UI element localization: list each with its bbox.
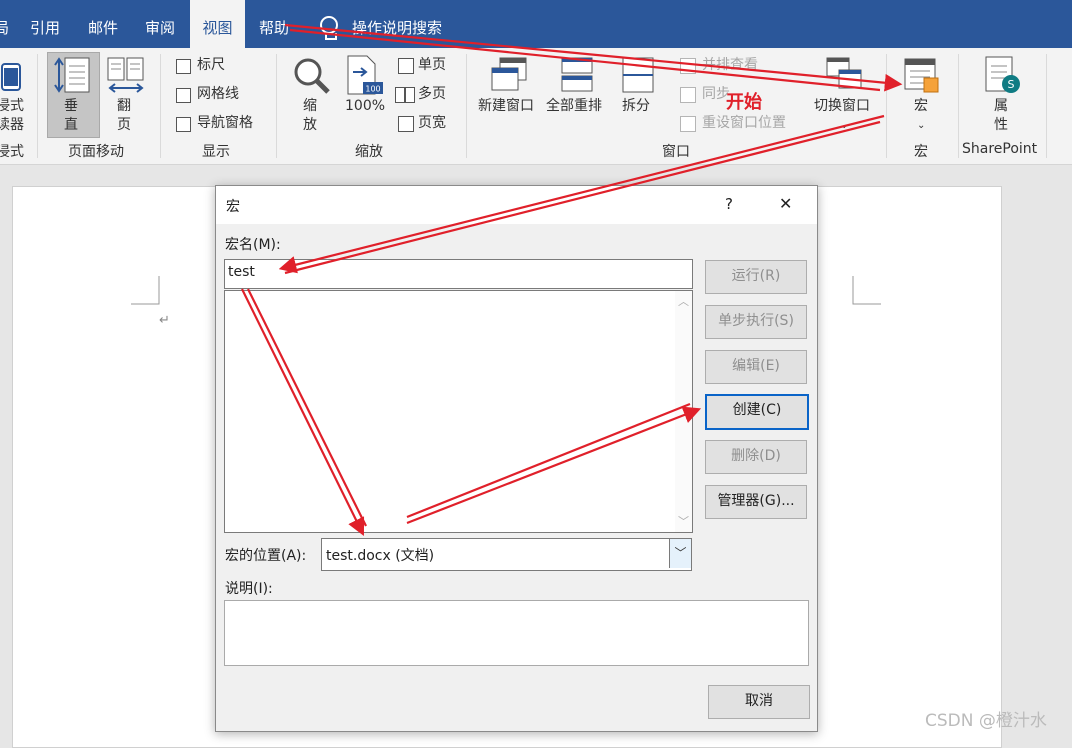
ribbon: 浸式 读器 浸式 垂直 翻页 页面移动 标尺 网格线 导航窗格 显示 缩 放 1… — [0, 48, 1072, 165]
properties-button[interactable]: 属性 — [994, 97, 1008, 135]
one-page-button[interactable]: 单页 — [418, 56, 446, 75]
zoom-100-icon: 100 — [347, 55, 383, 95]
group-label-show: 显示 — [202, 144, 230, 160]
page-width-button[interactable]: 页宽 — [418, 114, 446, 133]
cancel-button[interactable]: 取消 — [708, 685, 810, 719]
tab-view[interactable]: 视图 — [190, 0, 245, 48]
scroll-down-icon[interactable]: ﹀ — [678, 513, 689, 529]
zoom-100-button[interactable]: 100% — [345, 97, 385, 116]
macro-location-select[interactable]: test.docx (文档) ﹀ — [321, 538, 692, 571]
dropdown-chevron-icon[interactable]: ﹀ — [669, 539, 691, 568]
scroll-up-icon[interactable]: ︿ — [678, 293, 689, 309]
group-separator — [466, 54, 467, 158]
multi-page-button[interactable]: 多页 — [418, 85, 446, 104]
group-separator — [886, 54, 887, 158]
navpane-checkbox[interactable] — [176, 117, 191, 132]
vertical-label: 垂直 — [64, 98, 78, 133]
macros-chevron-icon: ⌄ — [917, 120, 926, 131]
tab-help[interactable]: 帮助 — [259, 0, 289, 48]
switch-windows-button[interactable]: 切换窗口 — [814, 97, 870, 116]
tell-me-search[interactable]: 操作说明搜索 — [352, 0, 442, 48]
one-page-icon — [398, 58, 414, 74]
switch-windows-icon — [826, 57, 862, 89]
side-by-side-icon — [680, 58, 696, 74]
group-separator — [958, 54, 959, 158]
ribbon-tab-bar: 局 引用 邮件 审阅 视图 帮助 操作说明搜索 — [0, 0, 1072, 48]
split-button[interactable]: 拆分 — [622, 97, 650, 116]
tab-partial[interactable]: 局 — [0, 0, 12, 48]
group-separator — [160, 54, 161, 158]
help-button[interactable]: ? — [725, 195, 733, 213]
group-label-zoom: 缩放 — [355, 144, 383, 160]
macro-location-value: test.docx (文档) — [326, 548, 435, 564]
macro-dialog: 宏 ? ✕ 宏名(M): test ︿ ﹀ 运行(R) 单步执行(S) 编辑(E… — [215, 185, 818, 732]
navpane-label: 导航窗格 — [197, 115, 253, 131]
tab-review[interactable]: 审阅 — [145, 0, 175, 48]
run-button[interactable]: 运行(R) — [705, 260, 807, 294]
macros-button[interactable]: 宏 — [914, 97, 928, 116]
sharepoint-properties-icon: S — [985, 56, 1020, 93]
annotation-start-label: 开始 — [726, 92, 762, 113]
magnifier-icon — [294, 58, 330, 94]
macros-icon — [904, 58, 939, 93]
group-label-sharepoint: SharePoint — [962, 141, 1038, 157]
switch-windows-chevron-icon: ⌄ — [840, 120, 849, 131]
page-width-icon — [398, 116, 414, 132]
tab-mailings[interactable]: 邮件 — [88, 0, 118, 48]
zoom-100-badge: 100 — [365, 85, 380, 94]
flip-button[interactable]: 翻页 — [117, 97, 131, 135]
close-icon[interactable]: ✕ — [779, 194, 792, 213]
macro-list-scrollbar[interactable]: ︿ ﹀ — [675, 291, 692, 532]
gridlines-checkbox[interactable] — [176, 88, 191, 103]
ruler-label: 标尺 — [197, 57, 225, 73]
arrange-all-button[interactable]: 全部重排 — [546, 97, 602, 116]
group-label-macros: 宏 — [914, 144, 928, 160]
dialog-title: 宏 — [226, 199, 240, 215]
ruler-checkbox[interactable] — [176, 59, 191, 74]
reset-position-icon — [680, 116, 696, 132]
group-label-page-move: 页面移动 — [68, 144, 124, 160]
arrange-all-icon — [561, 57, 593, 92]
group-separator — [37, 54, 38, 158]
delete-button[interactable]: 删除(D) — [705, 440, 807, 474]
svg-text:S: S — [1008, 78, 1015, 91]
new-window-button[interactable]: 新建窗口 — [478, 97, 534, 116]
side-to-side-icon — [107, 57, 144, 93]
reset-position-button[interactable]: 重设窗口位置 — [702, 114, 786, 133]
tab-references[interactable]: 引用 — [30, 0, 60, 48]
macro-name-value: test — [228, 264, 255, 280]
split-icon — [622, 57, 654, 93]
macro-location-label: 宏的位置(A): — [225, 548, 307, 564]
group-separator — [276, 54, 277, 158]
organizer-button[interactable]: 管理器(G)... — [705, 485, 807, 519]
lightbulb-icon[interactable] — [320, 16, 338, 40]
create-button[interactable]: 创建(C) — [705, 394, 809, 430]
watermark: CSDN @橙汁水 — [925, 711, 1047, 731]
description-label: 说明(I): — [225, 581, 273, 597]
group-separator — [1046, 54, 1047, 158]
gridlines-label: 网格线 — [197, 86, 239, 102]
immersive-reader-icon — [1, 63, 21, 91]
side-by-side-button[interactable]: 并排查看 — [702, 56, 758, 75]
paragraph-mark-icon: ↵ — [159, 313, 170, 327]
macro-list[interactable]: ︿ ﹀ — [224, 290, 693, 533]
edit-button[interactable]: 编辑(E) — [705, 350, 807, 384]
macro-name-label: 宏名(M): — [225, 237, 281, 253]
margin-corner-left: ↵ — [131, 276, 170, 327]
description-box[interactable] — [224, 600, 809, 666]
zoom-button[interactable]: 缩放 — [303, 97, 317, 135]
macro-name-input[interactable]: test — [224, 259, 693, 289]
multi-page-icon-2 — [405, 87, 415, 103]
step-into-button[interactable]: 单步执行(S) — [705, 305, 807, 339]
sync-scroll-icon — [680, 87, 696, 103]
group-label-immersive: 浸式 — [0, 144, 24, 160]
multi-page-icon — [395, 87, 405, 103]
new-window-icon — [491, 57, 527, 91]
group-label-window: 窗口 — [662, 144, 690, 160]
vertical-scroll-icon — [54, 57, 90, 93]
immersive-reader-button[interactable]: 浸式 读器 — [0, 97, 24, 135]
dialog-titlebar: 宏 ? ✕ — [216, 186, 817, 224]
margin-corner-right — [852, 276, 881, 305]
